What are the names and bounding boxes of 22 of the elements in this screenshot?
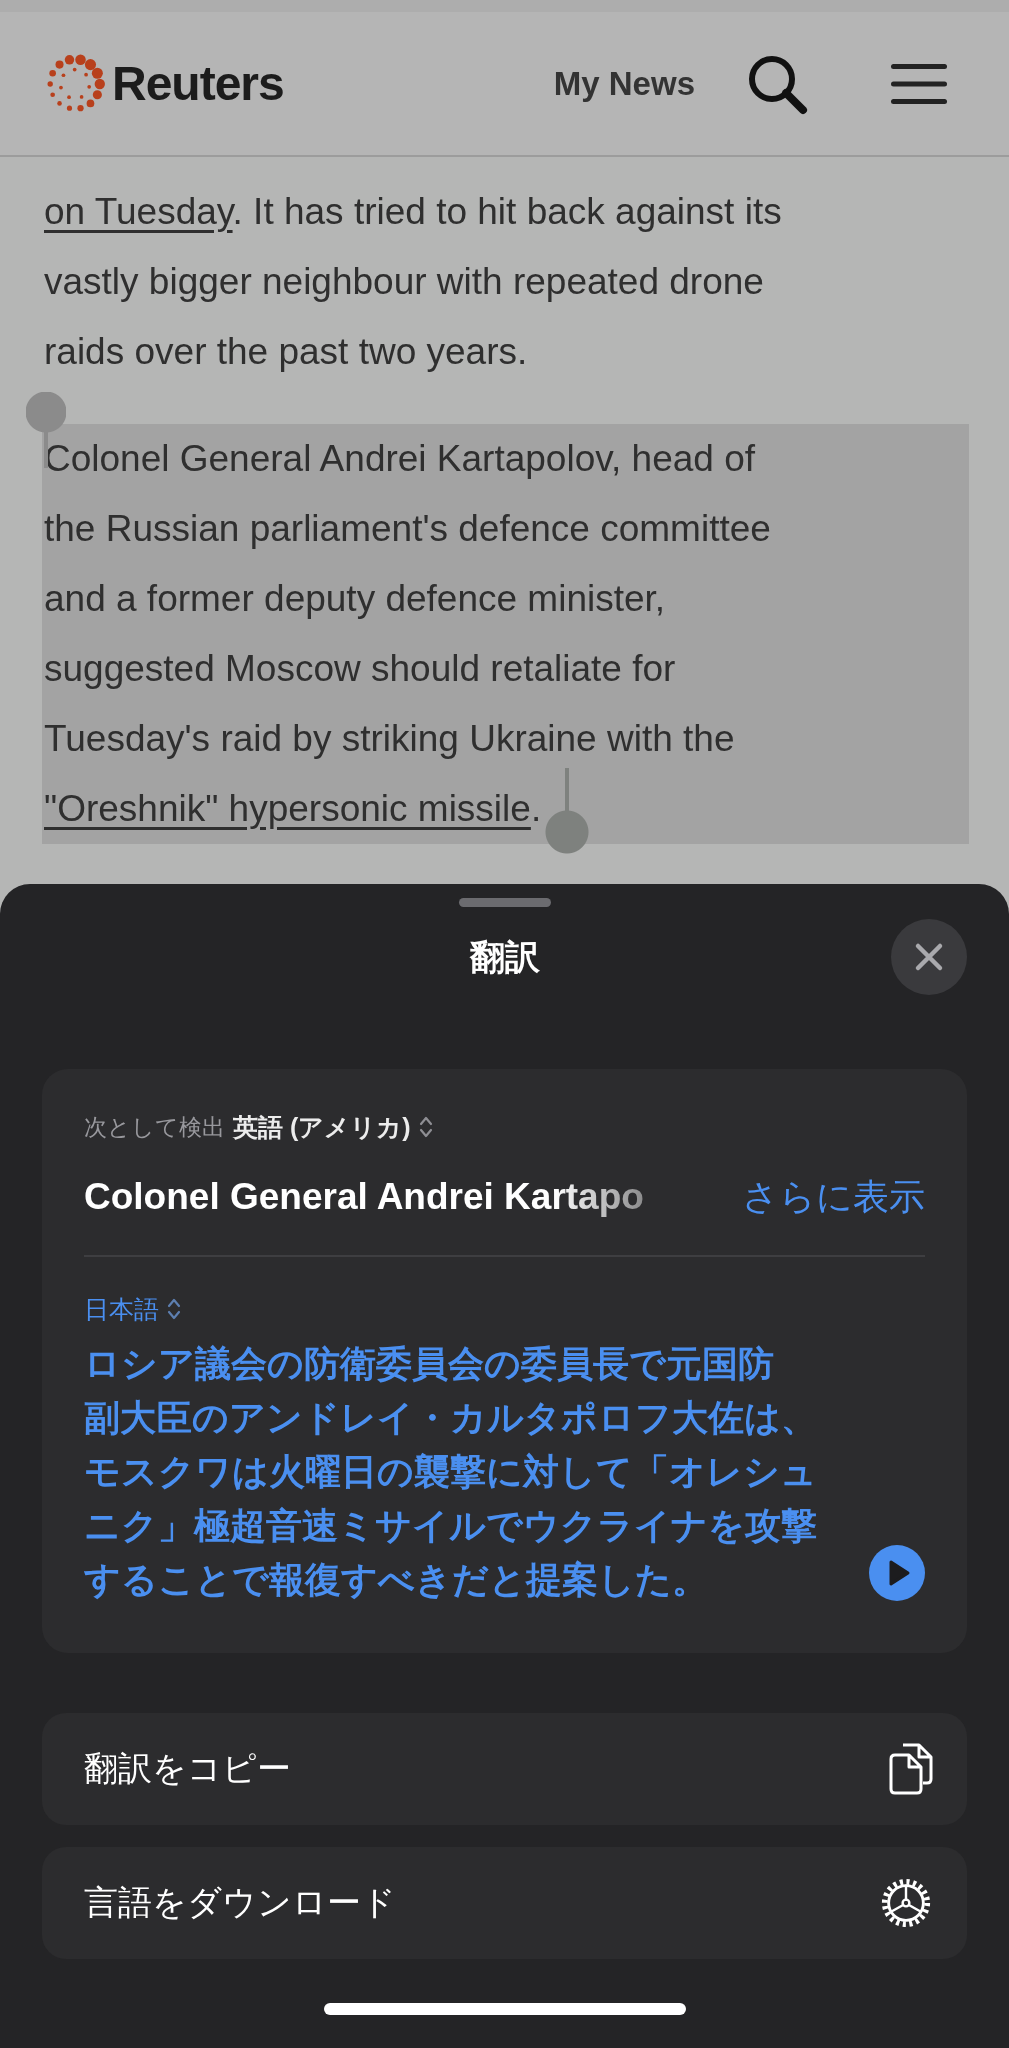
download-languages-button[interactable]: 言語をダウンロード [42, 1847, 967, 1959]
article-link[interactable]: "Oreshnik" hypersonic missile [44, 788, 531, 829]
documents-icon [889, 1743, 933, 1795]
close-icon [914, 942, 944, 972]
sheet-title: 翻訳 [469, 935, 540, 978]
gear-icon [879, 1876, 933, 1930]
chevron-up-down-icon [167, 1297, 181, 1321]
translated-text: ロシア議会の防衛委員会の委員長で元国防 副大臣のアンドレイ・カルタポロフ大佐は、 モスクワは火曜日の襲撃に対して「オレシュ ニク」極超音速ミサイルでウクライナを攻撃 することで報復すべきだと提案した。 [84, 1342, 817, 1602]
menu-icon[interactable] [889, 61, 949, 106]
sheet-grabber[interactable] [458, 898, 551, 907]
source-language-picker[interactable]: 英語 (アメリカ) [233, 1110, 411, 1144]
play-button[interactable] [869, 1545, 925, 1601]
source-text: Colonel General Andrei Kartapo [84, 1176, 644, 1218]
article-paragraph: on Tuesday. It has tried to hit back against its vastly bigger neighbour with repeated drone raids over the past two years. [43, 190, 783, 374]
detected-label: 次として検出 [84, 1112, 225, 1142]
chevron-up-down-icon [418, 1115, 433, 1139]
my-news-link[interactable]: My News [553, 64, 695, 103]
logo-wordmark[interactable]: Reuters [112, 56, 284, 111]
copy-translation-button[interactable]: 翻訳をコピー [42, 1713, 967, 1825]
show-more-link[interactable]: さらに表示 [742, 1172, 925, 1222]
article-link[interactable]: on Tuesday [44, 191, 233, 232]
target-language-picker[interactable]: 日本語 [84, 1292, 159, 1326]
